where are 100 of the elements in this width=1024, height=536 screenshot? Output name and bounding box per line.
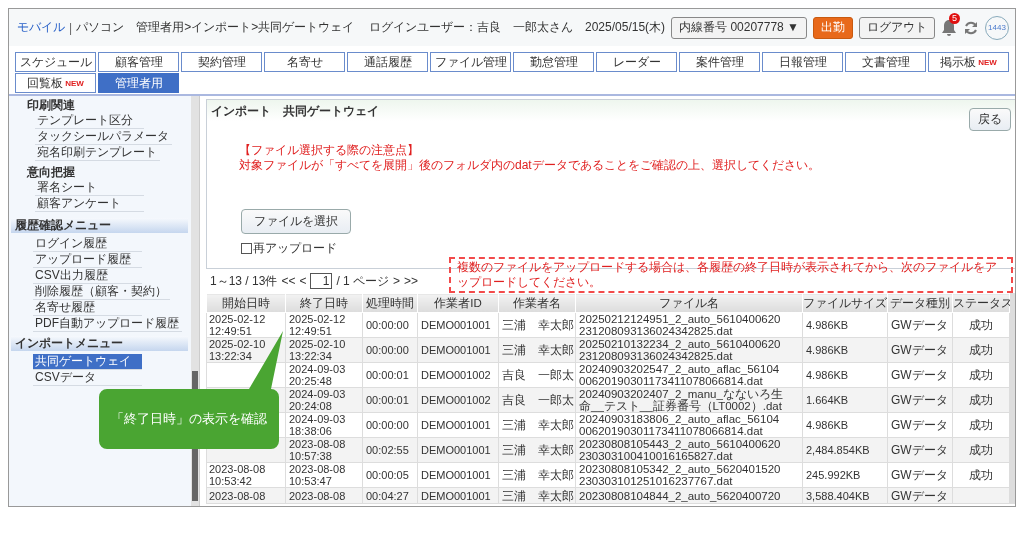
- table-cell: 20230808105342_2_auto_5620401520: [579, 463, 781, 475]
- table-cell: 3,588.404KB: [806, 489, 870, 502]
- sidebar-item[interactable]: CSVデータ: [33, 370, 142, 386]
- extension-select[interactable]: 内線番号 00207778 ▼: [671, 16, 807, 39]
- table-cell: DEMO001001: [421, 469, 491, 481]
- sidebar-item[interactable]: 署名シート: [35, 180, 144, 196]
- logout-button[interactable]: ログアウト: [859, 16, 935, 39]
- table-cell: 00:00:00: [366, 344, 409, 356]
- table-cell: 20250212124951_2_auto_5610400620: [579, 313, 781, 325]
- tab-label: レーダー: [612, 53, 661, 71]
- table-cell: 20230808104844_2_auto_5620400720: [579, 489, 781, 502]
- new-label: NEW: [978, 57, 997, 67]
- tab-label: 案件管理: [695, 53, 744, 71]
- nav-tab[interactable]: 管理者用: [98, 73, 179, 93]
- record-count: 1～13 / 13件: [210, 272, 278, 290]
- table-cell: 20240903202547_2_auto_aflac_56104: [579, 363, 780, 375]
- callout-text: 「終了日時」の表示を確認: [111, 410, 267, 428]
- sidebar-item[interactable]: 宛名印刷テンプレート: [35, 145, 160, 161]
- table-cell: GWデータ: [891, 343, 948, 357]
- table-cell: GWデータ: [891, 488, 948, 503]
- page-total: / 1 ページ: [336, 272, 390, 290]
- nav-tab[interactable]: レーダー: [596, 52, 677, 72]
- nav-tab[interactable]: 名寄せ: [264, 52, 345, 72]
- table-cell: 00:00:00: [366, 319, 409, 331]
- table-cell: 00:00:00: [366, 419, 409, 431]
- table-cell: 2025-02-12 12:49:51: [209, 313, 266, 337]
- table-cell: DEMO001001: [421, 319, 491, 331]
- notice-title: 【ファイル選択する際の注意点】: [239, 143, 420, 158]
- table-cell: 三浦 幸太郎: [502, 468, 574, 482]
- table-cell: GWデータ: [891, 318, 948, 332]
- table-cell: 20250210132234_2_auto_5610400620: [579, 338, 781, 350]
- table-cell: 三浦 幸太郎: [502, 488, 574, 503]
- nav-tab[interactable]: 文書管理: [845, 52, 926, 72]
- nav-tab[interactable]: 案件管理: [679, 52, 760, 72]
- sidebar-item[interactable]: PDF自動アップロード履歴: [33, 316, 182, 332]
- pc-link[interactable]: パソコン: [76, 19, 125, 36]
- table-cell: 2025-02-10 13:22:34: [289, 338, 346, 362]
- table-cell: GWデータ: [891, 418, 948, 432]
- next-page-link[interactable]: >: [393, 274, 401, 288]
- table-cell: 2024-09-03 18:38:06: [289, 413, 346, 437]
- column-header[interactable]: 開始日時: [206, 293, 286, 313]
- column-header[interactable]: 処理時間: [362, 293, 418, 313]
- new-label: NEW: [65, 78, 84, 88]
- mobile-link[interactable]: モバイル: [17, 19, 65, 36]
- table-cell: 三浦 幸太郎: [502, 443, 574, 457]
- table-cell: 2023-08-08 10:53:42: [209, 463, 266, 487]
- notice-text: 対象ファイルが「すべてを展開」後のフォルダ内のdatデータであることをご確認の上、選択してください。: [239, 158, 821, 173]
- table-cell: 00:00:01: [366, 394, 409, 406]
- page-input[interactable]: 1: [310, 273, 333, 289]
- table-cell: 命__テスト__証券番号（LT0002）.dat: [579, 400, 782, 412]
- sidebar-item[interactable]: CSV出力履歴: [33, 268, 142, 284]
- separator: |: [69, 20, 73, 35]
- nav-tab[interactable]: 契約管理: [181, 52, 262, 72]
- column-header[interactable]: ファイル名: [575, 293, 803, 313]
- tab-label: 文書管理: [861, 53, 910, 71]
- table-cell: 231208093136024342825.dat: [579, 350, 733, 362]
- sidebar-item[interactable]: 顧客アンケート: [35, 196, 144, 212]
- sidebar-item[interactable]: テンプレート区分: [35, 113, 144, 129]
- table-cell: 2025-02-10 13:22:34: [209, 338, 266, 362]
- column-header[interactable]: データ種別: [887, 293, 953, 313]
- tab-label: 回覧板: [27, 74, 64, 92]
- notification-badge: 5: [949, 12, 960, 24]
- refresh-icon[interactable]: [963, 19, 979, 36]
- table-cell: DEMO001001: [421, 344, 491, 356]
- sidebar-item[interactable]: 名寄せ履歴: [33, 300, 142, 316]
- column-header[interactable]: ファイルサイズ: [802, 293, 888, 313]
- tab-label: 管理者用: [114, 74, 163, 92]
- back-button[interactable]: 戻る: [969, 108, 1011, 131]
- table-cell: 成功: [969, 418, 993, 432]
- table-cell: 吉良 一郎太: [502, 368, 574, 382]
- menu-heading: インポートメニュー: [11, 336, 188, 351]
- table-cell: GWデータ: [891, 443, 948, 457]
- column-header[interactable]: 作業者名: [498, 293, 576, 313]
- nav-tab[interactable]: 顧客管理: [98, 52, 179, 72]
- table-cell: 00:00:05: [366, 469, 409, 481]
- prev-page-link[interactable]: <: [299, 274, 307, 288]
- checkbox-label: 再アップロード: [253, 240, 337, 257]
- nav-tab[interactable]: 掲示板 NEW: [928, 52, 1009, 72]
- table-cell: 1.664KB: [806, 394, 849, 406]
- nav-tab[interactable]: 回覧板 NEW: [15, 73, 96, 93]
- sidebar-item[interactable]: アップロード履歴: [33, 252, 142, 268]
- column-header[interactable]: 作業者ID: [417, 293, 499, 313]
- table-cell: 吉良 一郎太: [502, 393, 574, 407]
- last-page-link[interactable]: >>: [404, 274, 419, 288]
- table-cell: GWデータ: [891, 393, 948, 407]
- table-cell: DEMO001001: [421, 489, 491, 502]
- tab-label: 通話履歴: [363, 53, 412, 71]
- sidebar-item[interactable]: 削除履歴（顧客・契約）: [33, 284, 170, 300]
- nav-tab[interactable]: 日報管理: [762, 52, 843, 72]
- nav-tab[interactable]: 通話履歴: [347, 52, 428, 72]
- menu-heading: 履歴確認メニュー: [11, 218, 188, 233]
- sidebar-item[interactable]: タックシールパラメータ: [35, 129, 172, 145]
- nav-tab[interactable]: 勤怠管理: [513, 52, 594, 72]
- reupload-checkbox[interactable]: [241, 243, 252, 254]
- sidebar-item[interactable]: ログイン履歴: [33, 236, 142, 252]
- file-select-button[interactable]: ファイルを選択: [241, 209, 351, 234]
- column-header[interactable]: 終了日時: [285, 293, 363, 313]
- sidebar-item[interactable]: 共同ゲートウェイ: [33, 354, 142, 370]
- first-page-link[interactable]: <<: [281, 274, 296, 288]
- table-cell: 成功: [969, 468, 993, 482]
